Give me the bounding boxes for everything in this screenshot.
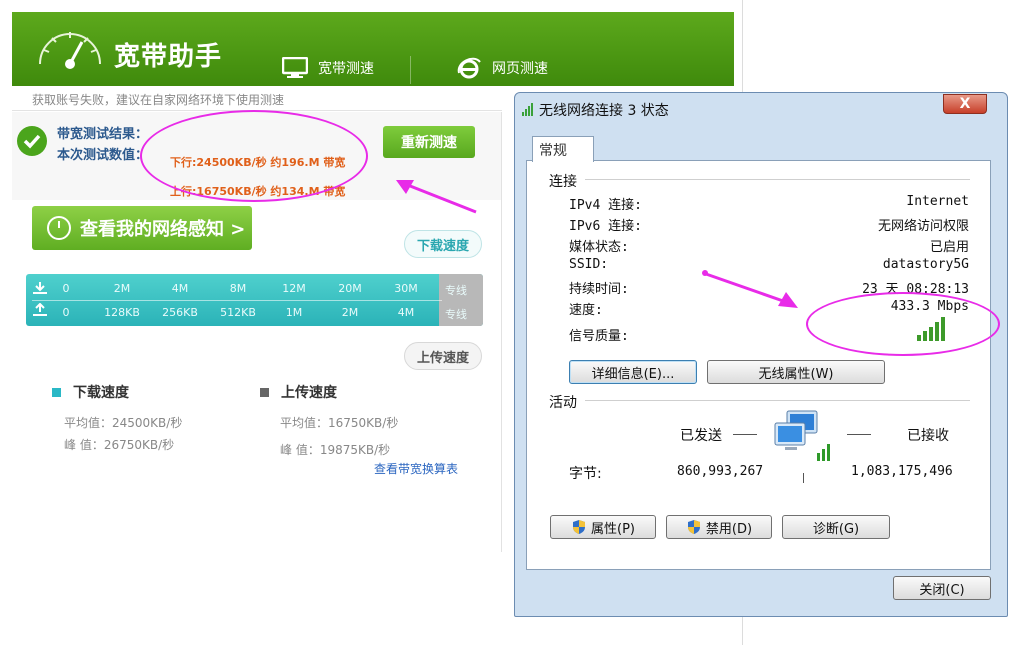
- bandwidth-conversion-link[interactable]: 查看带宽换算表: [374, 460, 458, 477]
- close-button[interactable]: 关闭(C): [893, 576, 991, 600]
- highlight-ellipse-speed: [806, 292, 1000, 356]
- download-arrow-icon: [33, 282, 47, 294]
- activity-group-label: 活动: [549, 395, 577, 411]
- gauge-upload-mark: 0: [62, 306, 70, 319]
- disable-button-label: 禁用(D): [705, 521, 753, 537]
- download-legend-marker: [52, 387, 61, 397]
- tab-broadband-speedtest-label: 宽带测速: [318, 61, 374, 77]
- gauge-upload-mark: 256KB: [162, 306, 198, 319]
- diagnose-button[interactable]: 诊断(G): [782, 515, 890, 539]
- tab-general[interactable]: 常规: [532, 136, 594, 162]
- wireless-properties-button[interactable]: 无线属性(W): [707, 360, 885, 384]
- sent-label: 已发送: [680, 428, 722, 444]
- app-title: 宽带助手: [114, 42, 223, 72]
- ie-browser-icon: [457, 57, 481, 79]
- gauge-download-mark: 12M: [282, 282, 306, 295]
- clock-icon: [47, 216, 71, 240]
- gauge-download-mark: 30M: [394, 282, 418, 295]
- media-state-label: 媒体状态:: [569, 240, 629, 255]
- view-network-perception-label: 查看我的网络感知 >: [80, 219, 246, 240]
- uac-shield-icon: [687, 520, 700, 534]
- upload-arrow-icon: [33, 303, 47, 316]
- wireless-status-dialog: 无线网络连接 3 状态 X 常规 连接 IPv4 连接: Internet IP…: [514, 92, 1008, 617]
- tab-webpage-speedtest[interactable]: 网页测速: [456, 50, 548, 86]
- app-header: 宽带助手 宽带测速 网页测速: [12, 12, 734, 86]
- speed-gauge: 0 2M 4M 8M 12M 20M 30M 专线 0 128KB 256KB …: [26, 274, 483, 326]
- retest-button[interactable]: 重新测速: [383, 126, 475, 158]
- monitor-icon: [282, 57, 308, 78]
- gauge-download-mark: 0: [62, 282, 70, 295]
- highlight-ellipse-results: [140, 110, 368, 202]
- bytes-label: 字节:: [569, 466, 602, 482]
- upload-legend-marker: [260, 387, 269, 397]
- properties-button[interactable]: 属性(P): [550, 515, 656, 539]
- speedometer-logo-icon: [39, 32, 101, 69]
- ipv4-value: Internet: [906, 194, 969, 209]
- wireless-signal-icon: [522, 103, 533, 116]
- received-line: [847, 434, 871, 435]
- signal-quality-label: 信号质量:: [569, 329, 629, 344]
- gauge-upload-mark: 1M: [285, 306, 303, 319]
- view-network-perception-button[interactable]: 查看我的网络感知 >: [32, 206, 252, 250]
- upload-speed-bubble: 上传速度: [404, 342, 483, 370]
- tab-webpage-speedtest-label: 网页测速: [492, 61, 548, 77]
- download-stats-title: 下载速度: [52, 382, 129, 402]
- connection-group-line: [585, 179, 970, 180]
- nav-divider: [410, 56, 411, 84]
- upload-average: 平均值：16750KB/秒: [280, 416, 399, 430]
- gauge-download-row: 0 2M 4M 8M 12M 20M 30M 专线: [26, 278, 483, 300]
- dialog-title: 无线网络连接 3 状态: [539, 103, 669, 119]
- result-label-current: 本次测试数值：: [57, 148, 149, 163]
- ssid-label: SSID:: [569, 257, 609, 272]
- download-peak: 峰 值：26750KB/秒: [64, 438, 175, 452]
- gauge-download-mark: 2M: [113, 282, 131, 295]
- check-icon: [17, 126, 47, 156]
- upload-peak: 峰 值：19875KB/秒: [280, 443, 391, 457]
- gauge-upload-mark: 4M: [397, 306, 415, 319]
- gauge-upload-mark: 专线: [445, 308, 467, 321]
- account-notice: 获取账号失败，建议在自家网络环境下使用测速: [32, 93, 285, 107]
- disable-button[interactable]: 禁用(D): [666, 515, 772, 539]
- bytes-sent-value: 860,993,267: [677, 464, 764, 479]
- result-labels: 带宽测试结果： 本次测试数值：: [57, 124, 148, 166]
- received-label: 已接收: [907, 428, 949, 444]
- gauge-upload-row: 0 128KB 256KB 512KB 1M 2M 4M 专线: [26, 302, 483, 324]
- gauge-download-mark: 4M: [171, 282, 189, 295]
- activity-group-line: [585, 400, 970, 401]
- gauge-download-mark: 8M: [229, 282, 247, 295]
- bytes-received-value: 1,083,175,496: [851, 464, 953, 479]
- upload-stats-title: 上传速度: [260, 382, 337, 402]
- annotation-arrow-speed: [702, 270, 798, 308]
- upload-stats-title-label: 上传速度: [281, 385, 337, 401]
- gauge-download-mark: 专线: [445, 284, 467, 297]
- gauge-upload-mark: 128KB: [104, 306, 140, 319]
- tab-broadband-speedtest[interactable]: 宽带测速: [282, 50, 374, 86]
- details-button[interactable]: 详细信息(E)...: [569, 360, 697, 384]
- duration-label: 持续时间:: [569, 282, 629, 297]
- result-label-bandwidth: 带宽测试结果：: [57, 127, 149, 142]
- gauge-upload-mark: 512KB: [220, 306, 256, 319]
- download-average: 平均值：24500KB/秒: [64, 416, 183, 430]
- general-tab-panel: 连接 IPv4 连接: Internet IPv6 连接: 无网络访问权限 媒体…: [526, 160, 991, 570]
- network-computers-icon: [774, 410, 830, 461]
- properties-button-label: 属性(P): [591, 521, 635, 537]
- gauge-divider: [32, 300, 442, 301]
- connection-group-label: 连接: [549, 174, 577, 190]
- ipv6-label: IPv6 连接:: [569, 219, 642, 234]
- speed-label: 速度:: [569, 303, 603, 318]
- uac-shield-icon: [573, 520, 585, 534]
- annotation-arrow-results: [396, 180, 477, 214]
- ssid-value: datastory5G: [882, 257, 969, 272]
- media-state-value: 已启用: [929, 240, 969, 255]
- bytes-divider: [803, 473, 804, 483]
- close-window-button[interactable]: X: [943, 94, 987, 114]
- download-stats-title-label: 下载速度: [73, 385, 129, 401]
- download-speed-bubble: 下载速度: [404, 230, 483, 258]
- gauge-upload-mark: 2M: [341, 306, 359, 319]
- app-column-divider: [501, 112, 502, 552]
- gauge-download-mark: 20M: [338, 282, 362, 295]
- ipv6-value: 无网络访问权限: [877, 219, 969, 234]
- ipv4-label: IPv4 连接:: [569, 198, 642, 213]
- sent-line: [733, 434, 757, 435]
